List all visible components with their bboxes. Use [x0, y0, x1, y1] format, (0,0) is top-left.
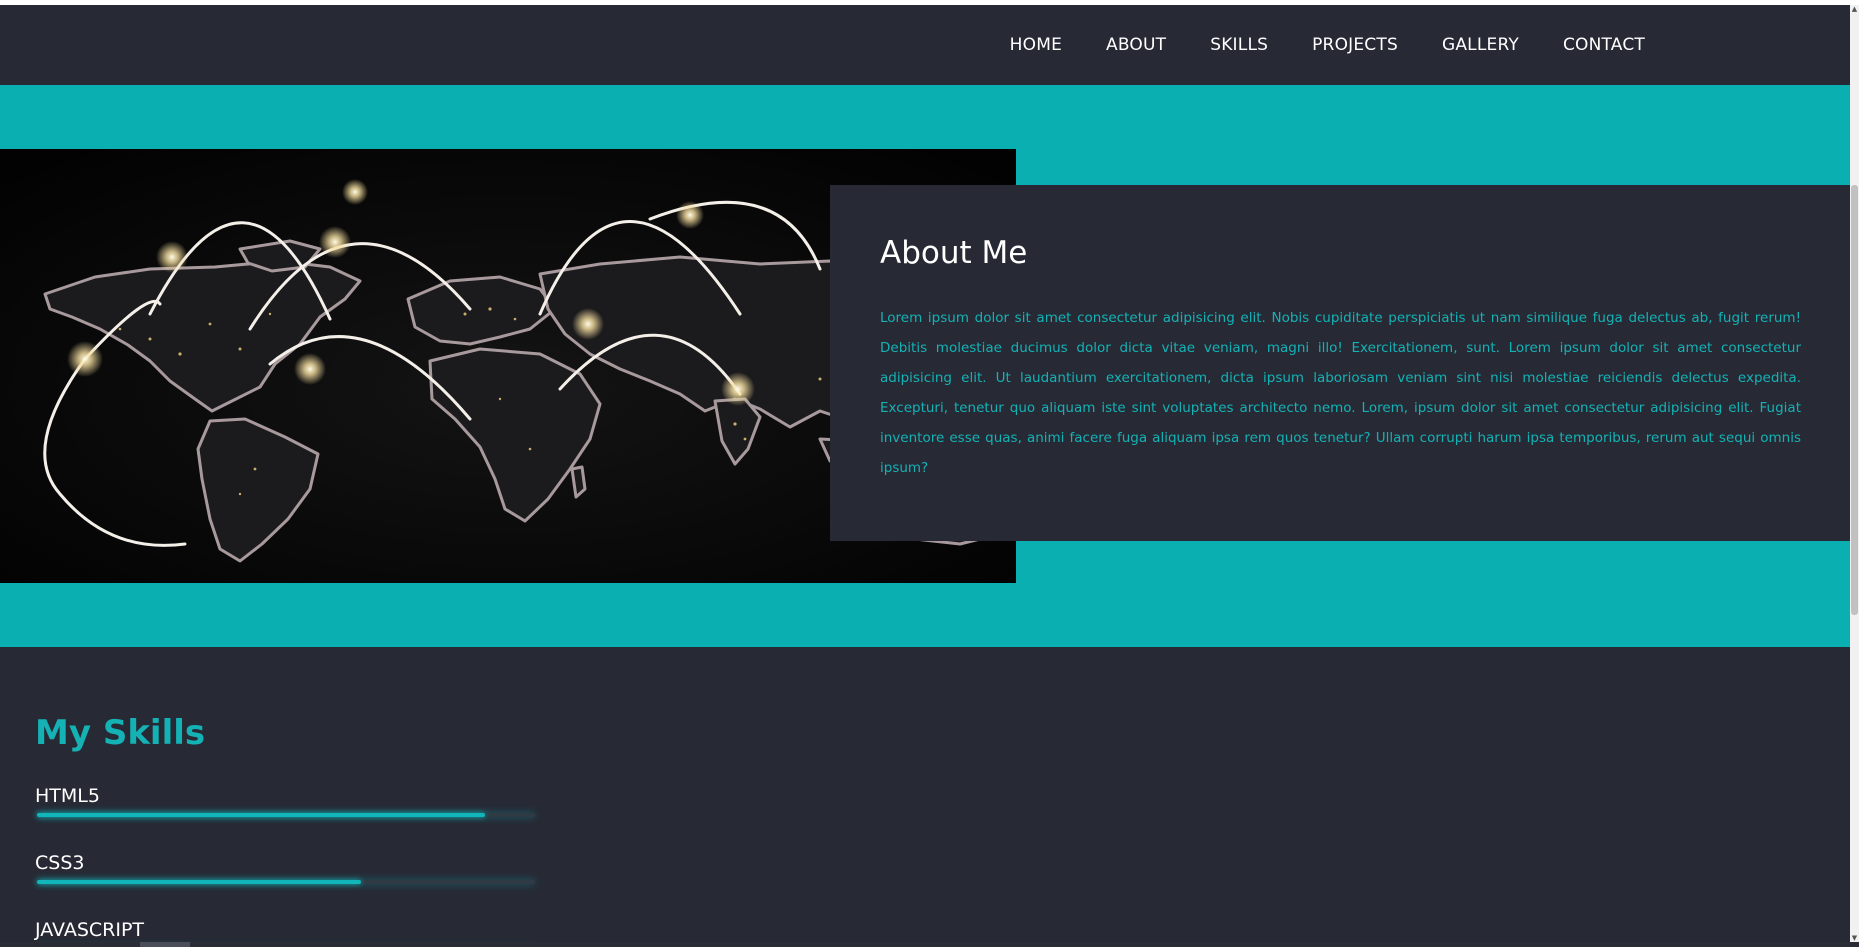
scroll-up-icon[interactable]: ▲	[1850, 5, 1859, 13]
about-text: Lorem ipsum dolor sit amet consectetur a…	[880, 310, 1801, 476]
skills-section: My Skills HTML5 CSS3 JAVASCRIPT	[0, 647, 1850, 942]
horizontal-scrollbar-thumb[interactable]	[140, 942, 190, 947]
skill-progress-track	[37, 880, 535, 884]
nav-link-home[interactable]: HOME	[1010, 35, 1062, 55]
nav-link-about[interactable]: ABOUT	[1106, 35, 1166, 55]
horizontal-scrollbar[interactable]	[0, 942, 1859, 947]
vertical-scrollbar[interactable]: ▲ ▼	[1850, 5, 1859, 942]
nav-link-gallery[interactable]: GALLERY	[1442, 35, 1519, 55]
navbar: HOME ABOUT SKILLS PROJECTS GALLERY CONTA…	[0, 5, 1850, 85]
skill-name: JAVASCRIPT	[35, 919, 145, 941]
about-card: About Me Lorem ipsum dolor sit amet cons…	[830, 185, 1850, 541]
about-title: About Me	[880, 235, 1028, 271]
skill-name: HTML5	[35, 785, 100, 807]
nav-link-contact[interactable]: CONTACT	[1563, 35, 1645, 55]
about-section: About Me Lorem ipsum dolor sit amet cons…	[0, 85, 1850, 647]
skill-html5: HTML5	[35, 785, 535, 825]
nav-link-skills[interactable]: SKILLS	[1210, 35, 1268, 55]
skills-title: My Skills	[35, 713, 206, 753]
skill-progress-fill	[37, 813, 486, 817]
skill-progress-fill	[37, 880, 361, 884]
skill-progress-track	[37, 813, 535, 817]
skill-name: CSS3	[35, 852, 85, 874]
scroll-down-icon[interactable]: ▼	[1850, 934, 1859, 942]
skill-css3: CSS3	[35, 852, 535, 892]
nav-link-projects[interactable]: PROJECTS	[1312, 35, 1398, 55]
vertical-scrollbar-thumb[interactable]	[1851, 185, 1858, 615]
nav-links: HOME ABOUT SKILLS PROJECTS GALLERY CONTA…	[1010, 5, 1645, 85]
skill-javascript: JAVASCRIPT	[35, 919, 535, 942]
page-viewport: HOME ABOUT SKILLS PROJECTS GALLERY CONTA…	[0, 5, 1850, 942]
